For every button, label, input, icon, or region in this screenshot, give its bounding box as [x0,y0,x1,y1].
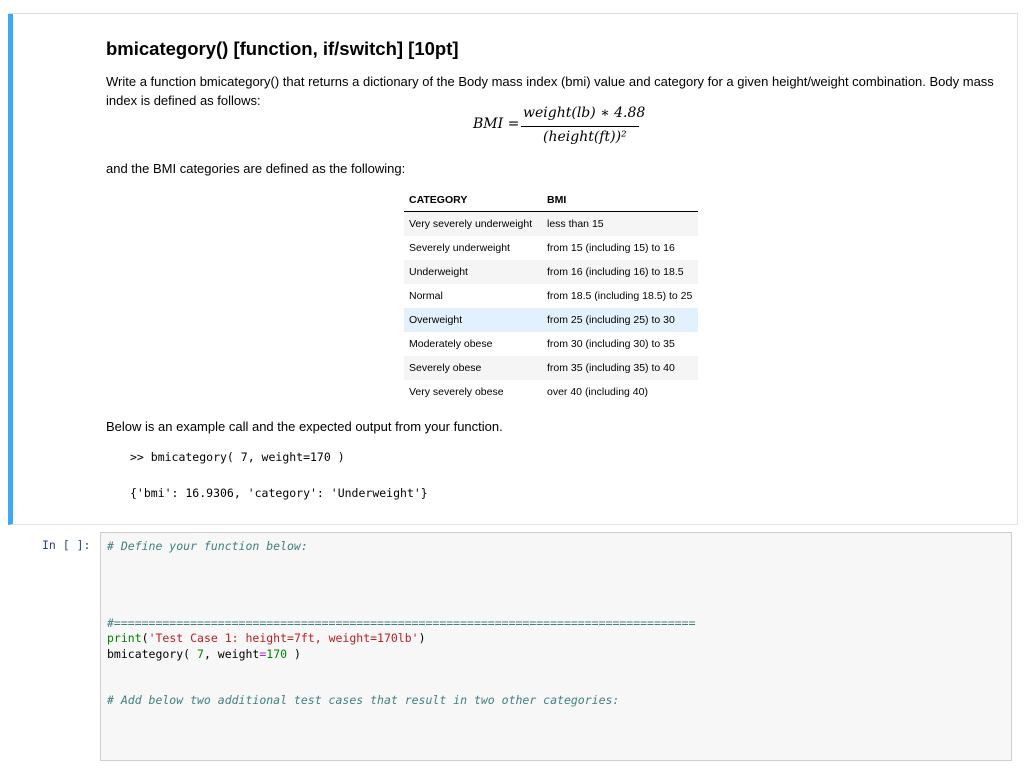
table-row: Very severely underweight less than 15 [404,211,698,236]
table-row: Severely underweight from 15 (including … [404,236,698,260]
cell-prompt: In [ ]: [42,538,91,552]
cell-category: Normal [409,290,443,302]
separator-comment: #=======================================… [107,616,696,630]
formula-numerator: weight(lb) ∗ 4.88 [523,105,646,121]
header-category: CATEGORY [404,189,542,212]
print-open: ( [141,631,149,645]
markdown-cell[interactable]: bmicategory() [function, if/switch] [10p… [8,14,1018,525]
cell-category: Very severely obese [409,386,504,398]
code-editor[interactable]: # Define your function below: #=========… [100,532,1012,761]
example-output: {'bmi': 16.9306, 'category': 'Underweigh… [130,486,428,500]
fraction-bar [521,126,639,127]
call-name: bmicategory( [107,647,198,661]
print-string: 'Test Case 1: height=7ft, weight=170lb' [148,631,419,645]
table-row: Very severely obese over 40 (including 4… [404,380,698,404]
cell-category: Moderately obese [409,338,493,350]
call-arg-weight: 170 [266,647,288,661]
formula-denominator: (height(ft))² [543,129,627,145]
comment-add-tests: # Add below two additional test cases th… [107,693,620,707]
cell-bmi: from 18.5 (including 18.5) to 25 [547,290,693,302]
table-row: Normal from 18.5 (including 18.5) to 25 [404,284,698,308]
bmi-category-table: CATEGORY BMI Very severely underweight l… [404,189,698,404]
cell-bmi: less than 15 [542,211,698,236]
cell-category: Severely underweight [409,242,510,254]
example-call: >> bmicategory( 7, weight=170 ) [130,450,345,464]
print-close: ) [418,631,426,645]
call-end: ) [287,647,301,661]
call-line: bmicategory( 7, weight=170 ) [107,647,301,662]
cell-bmi: from 25 (including 25) to 30 [542,308,698,332]
formula-lhs: BMI = [473,116,520,132]
categories-intro: and the BMI categories are defined as th… [106,161,406,176]
cell-bmi: from 16 (including 16) to 18.5 [542,260,698,284]
comment-define: # Define your function below: [107,539,308,553]
table-row: Underweight from 16 (including 16) to 18… [404,260,698,284]
cell-bmi: from 15 (including 15) to 16 [547,242,675,254]
bmi-formula: BMI = weight(lb) ∗ 4.88 (height(ft))² [473,105,673,149]
table-row: Severely obese from 35 (including 35) to… [404,356,698,380]
cell-bmi: over 40 (including 40) [547,386,648,398]
cell-category: Very severely underweight [404,211,542,236]
call-mid: , weight [203,647,260,661]
cell-bmi: from 30 (including 30) to 35 [547,338,675,350]
example-intro: Below is an example call and the expecte… [106,419,503,434]
print-keyword: print [107,631,142,645]
table-header-row: CATEGORY BMI [404,189,698,212]
header-bmi: BMI [542,189,698,212]
cell-category: Overweight [404,308,542,332]
section-title: bmicategory() [function, if/switch] [10p… [106,38,459,59]
table-row-hovered: Overweight from 25 (including 25) to 30 [404,308,698,332]
print-line: print('Test Case 1: height=7ft, weight=1… [107,631,426,646]
cell-category: Severely obese [404,356,542,380]
cell-category: Underweight [404,260,542,284]
table-row: Moderately obese from 30 (including 30) … [404,332,698,356]
call-arg-height: 7 [197,647,204,661]
cell-bmi: from 35 (including 35) to 40 [542,356,698,380]
